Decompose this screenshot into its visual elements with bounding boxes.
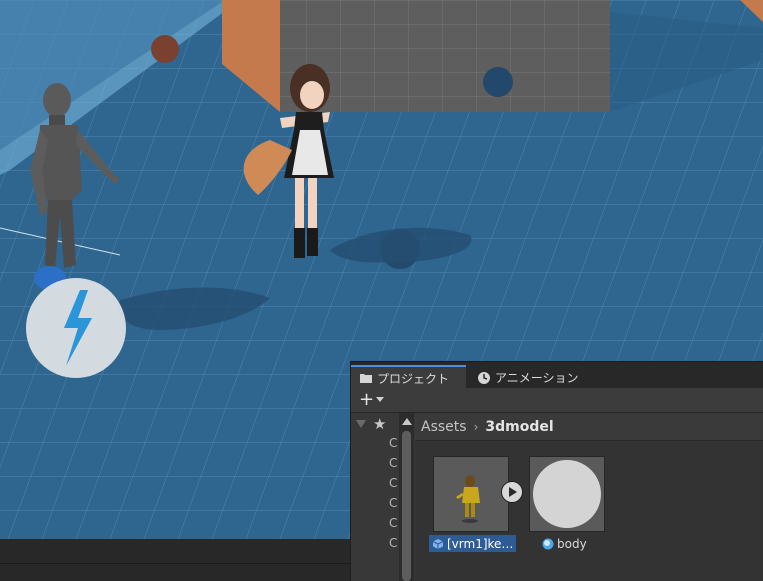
material-sphere-icon — [533, 460, 601, 528]
star-icon[interactable]: ★ — [373, 415, 386, 433]
tab-label: アニメーション — [495, 371, 579, 385]
chevron-down-icon[interactable] — [376, 397, 384, 402]
tab-project[interactable]: プロジェクト — [351, 365, 466, 389]
tree-item[interactable]: C — [389, 456, 399, 470]
tab-bar: プロジェクト アニメーション — [351, 361, 763, 389]
tab-label: プロジェクト — [377, 371, 450, 386]
sphere-object[interactable] — [151, 35, 179, 63]
asset-label[interactable]: [vrm1]ke… — [429, 535, 517, 552]
asset-thumbnail[interactable] — [433, 456, 509, 532]
scrollbar-thumb[interactable] — [402, 431, 411, 581]
clock-icon — [478, 371, 490, 384]
tab-animation[interactable]: アニメーション — [469, 366, 604, 389]
prefab-icon — [432, 538, 444, 549]
asset-name: body — [557, 536, 587, 551]
tree-item[interactable]: C — [389, 476, 399, 490]
lightning-icon — [64, 290, 92, 366]
material-icon — [542, 538, 554, 549]
scene-gizmo-badge[interactable] — [26, 278, 126, 378]
tree-item[interactable]: C — [389, 436, 399, 450]
strip-divider — [0, 563, 350, 564]
editor-bottom-strip — [0, 539, 350, 581]
tree-item[interactable]: C — [389, 536, 399, 550]
project-window: プロジェクト アニメーション + ★ C C C C C C Assets › … — [350, 361, 763, 581]
asset-content-area: Assets › 3dmodel [vrm1]ke… body — [415, 413, 763, 581]
asset-name: [vrm1]ke… — [447, 536, 514, 551]
add-button[interactable]: + — [359, 390, 374, 410]
breadcrumb-separator: › — [473, 419, 479, 434]
breadcrumb: Assets › 3dmodel — [415, 413, 763, 441]
sphere-object[interactable] — [483, 67, 513, 97]
folder-tree-panel: ★ C C C C C C — [351, 413, 399, 581]
folder-icon — [360, 374, 372, 383]
tree-item[interactable]: C — [389, 496, 399, 510]
asset-label[interactable]: body — [539, 535, 587, 552]
scroll-up-icon[interactable] — [402, 418, 412, 425]
expand-prefab-button[interactable] — [501, 481, 523, 503]
tree-scrollbar[interactable] — [399, 413, 414, 581]
collapse-triangle-icon[interactable] — [356, 420, 366, 428]
tree-item[interactable]: C — [389, 516, 399, 530]
character-thumbnail-icon — [456, 475, 480, 523]
asset-thumbnail[interactable] — [529, 456, 605, 532]
breadcrumb-current-folder[interactable]: 3dmodel — [485, 419, 553, 435]
breadcrumb-assets[interactable]: Assets — [421, 419, 467, 435]
project-toolbar: + — [351, 388, 763, 413]
